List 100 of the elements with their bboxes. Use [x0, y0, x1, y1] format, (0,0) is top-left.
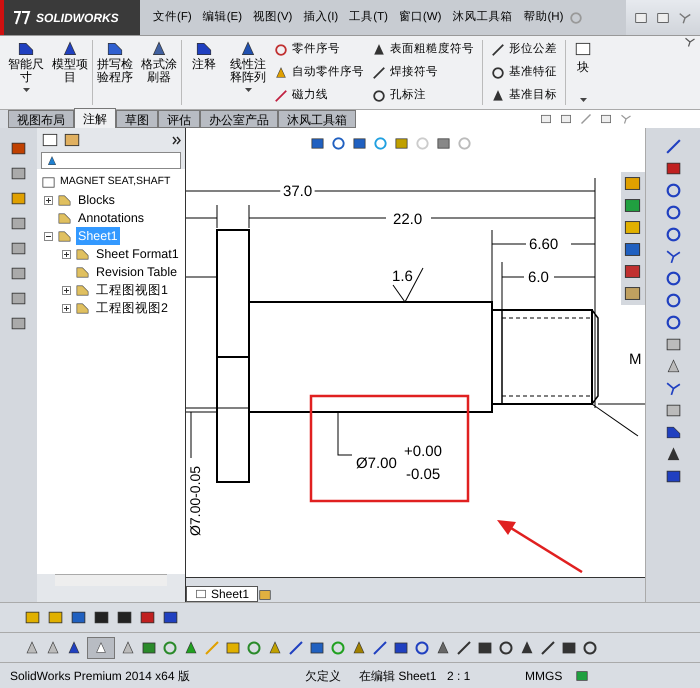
tree-item[interactable]: Annotations — [76, 208, 146, 228]
task-pane-icon[interactable] — [623, 174, 642, 193]
add-sheet-icon[interactable] — [258, 588, 272, 602]
tool-icon[interactable] — [274, 42, 288, 56]
format-tool-icon[interactable] — [116, 609, 133, 626]
filter-icon[interactable] — [46, 154, 58, 166]
sketch-tool-icon[interactable] — [664, 292, 682, 309]
annotation-tool-icon[interactable] — [10, 290, 27, 307]
annotation-tool-icon[interactable] — [10, 215, 27, 232]
tile-right-icon[interactable] — [560, 113, 572, 125]
sheet-tab[interactable]: Sheet1 — [186, 586, 258, 602]
tool-icon[interactable] — [239, 40, 257, 58]
tool-icon[interactable] — [491, 42, 505, 56]
tree-item[interactable]: Blocks — [76, 190, 117, 210]
view-tool-icon[interactable] — [331, 136, 346, 151]
sketch-tool-icon[interactable] — [664, 204, 682, 221]
filter-tool-icon[interactable] — [582, 640, 598, 656]
tree-node-icon[interactable] — [75, 264, 90, 280]
tool-icon[interactable] — [150, 40, 168, 58]
ribbon-tab[interactable]: 办公室产品 — [200, 110, 278, 128]
task-pane-icon[interactable] — [623, 284, 642, 303]
menu-item[interactable]: 帮助(H) — [518, 8, 568, 26]
annotation-tool-icon[interactable] — [10, 240, 27, 257]
tool-icon[interactable] — [274, 88, 288, 102]
filter-tool-icon[interactable] — [435, 640, 451, 656]
filter-tool-icon[interactable] — [66, 640, 82, 656]
horizontal-scrollbar[interactable] — [55, 574, 167, 586]
ribbon-button[interactable]: 线性注释阵列 — [226, 36, 270, 109]
menu-item[interactable]: 插入(I) — [298, 8, 344, 26]
tree-node-icon[interactable] — [57, 210, 72, 226]
expand-icon[interactable] — [62, 250, 71, 258]
filter-tool-icon[interactable] — [498, 640, 514, 656]
filter-tool-icon[interactable] — [288, 640, 304, 656]
tree-item[interactable]: 工程图视图2 — [94, 298, 170, 318]
drawing-icon[interactable] — [41, 174, 56, 190]
menu-item[interactable]: 视图(V) — [248, 8, 298, 26]
tool-icon[interactable] — [61, 40, 79, 58]
task-pane-icon[interactable] — [623, 218, 642, 237]
expand-icon[interactable] — [62, 286, 71, 294]
view-tool-icon[interactable] — [352, 136, 367, 151]
sketch-tool-icon[interactable] — [664, 336, 682, 353]
tile-left-icon[interactable] — [540, 113, 552, 125]
filter-tool-icon[interactable] — [351, 640, 367, 656]
annotation-tool-icon[interactable] — [10, 140, 27, 157]
filter-tool-icon[interactable] — [45, 640, 61, 656]
ribbon-tool[interactable]: 焊接符号 — [372, 62, 474, 82]
menu-item[interactable]: 工具(T) — [344, 8, 393, 26]
tool-icon[interactable] — [491, 66, 505, 80]
expand-icon[interactable] — [44, 196, 53, 204]
sheet-icon[interactable] — [195, 588, 207, 600]
collapse-icon[interactable] — [44, 232, 53, 240]
ribbon-tool[interactable]: 零件序号 — [274, 40, 364, 60]
filter-tool-icon[interactable] — [309, 640, 325, 656]
tree-item[interactable]: Sheet Format1 — [94, 244, 181, 264]
view-tool-icon[interactable] — [436, 136, 451, 151]
expand-icon[interactable] — [62, 304, 71, 312]
sketch-tool-icon[interactable] — [664, 160, 682, 177]
sketch-tool-icon[interactable] — [664, 424, 682, 441]
ribbon-tool[interactable]: 孔标注 — [372, 86, 474, 106]
filter-tool-icon[interactable] — [267, 640, 283, 656]
tool-icon[interactable] — [106, 40, 124, 58]
ribbon-tab[interactable]: 沐风工具箱 — [278, 110, 356, 128]
filter-tool-icon[interactable] — [372, 640, 388, 656]
restore-icon[interactable] — [600, 113, 612, 125]
expand-panel-icon[interactable] — [172, 136, 181, 144]
ribbon-tab[interactable]: 注解 — [74, 108, 116, 128]
tool-icon[interactable] — [372, 42, 386, 56]
tool-icon[interactable] — [195, 40, 213, 58]
tree-node-icon[interactable] — [75, 282, 90, 298]
sketch-tool-icon[interactable] — [664, 226, 682, 243]
ribbon-tab[interactable]: 视图布局 — [8, 110, 74, 128]
format-tool-icon[interactable] — [24, 609, 41, 626]
select-icon[interactable] — [120, 640, 136, 656]
sketch-tool-icon[interactable] — [664, 314, 682, 331]
format-tool-icon[interactable] — [47, 609, 64, 626]
filter-tool-icon[interactable] — [414, 640, 430, 656]
minimize-icon[interactable] — [580, 113, 592, 125]
sketch-tool-icon[interactable] — [664, 182, 682, 199]
view-tool-icon[interactable] — [310, 136, 325, 151]
menu-item[interactable]: 文件(F) — [148, 8, 197, 26]
tool-icon[interactable] — [491, 88, 505, 102]
sketch-tool-icon[interactable] — [664, 248, 682, 265]
tool-icon[interactable] — [372, 88, 386, 102]
filter-field[interactable] — [41, 152, 181, 169]
filter-tool-icon[interactable] — [225, 640, 241, 656]
ribbon-tab[interactable]: 草图 — [116, 110, 158, 128]
pointer-icon[interactable] — [94, 640, 108, 654]
feature-tree-tab-icon[interactable] — [41, 131, 59, 149]
ribbon-button[interactable]: 注释 — [182, 36, 226, 109]
ribbon-tool[interactable]: 自动零件序号 — [274, 62, 364, 82]
annotation-tool-icon[interactable] — [10, 265, 27, 282]
tool-icon[interactable] — [372, 66, 386, 80]
format-tool-icon[interactable] — [162, 609, 179, 626]
tree-node-icon[interactable] — [57, 228, 72, 244]
ribbon-button[interactable]: 智能尺寸 — [4, 36, 48, 109]
select-tool-button[interactable] — [87, 636, 115, 658]
annotation-tool-icon[interactable] — [10, 190, 27, 207]
menu-item[interactable]: 编辑(E) — [198, 8, 248, 26]
annotation-tool-icon[interactable] — [10, 165, 27, 182]
ribbon-tool[interactable]: 形位公差 — [491, 40, 557, 60]
